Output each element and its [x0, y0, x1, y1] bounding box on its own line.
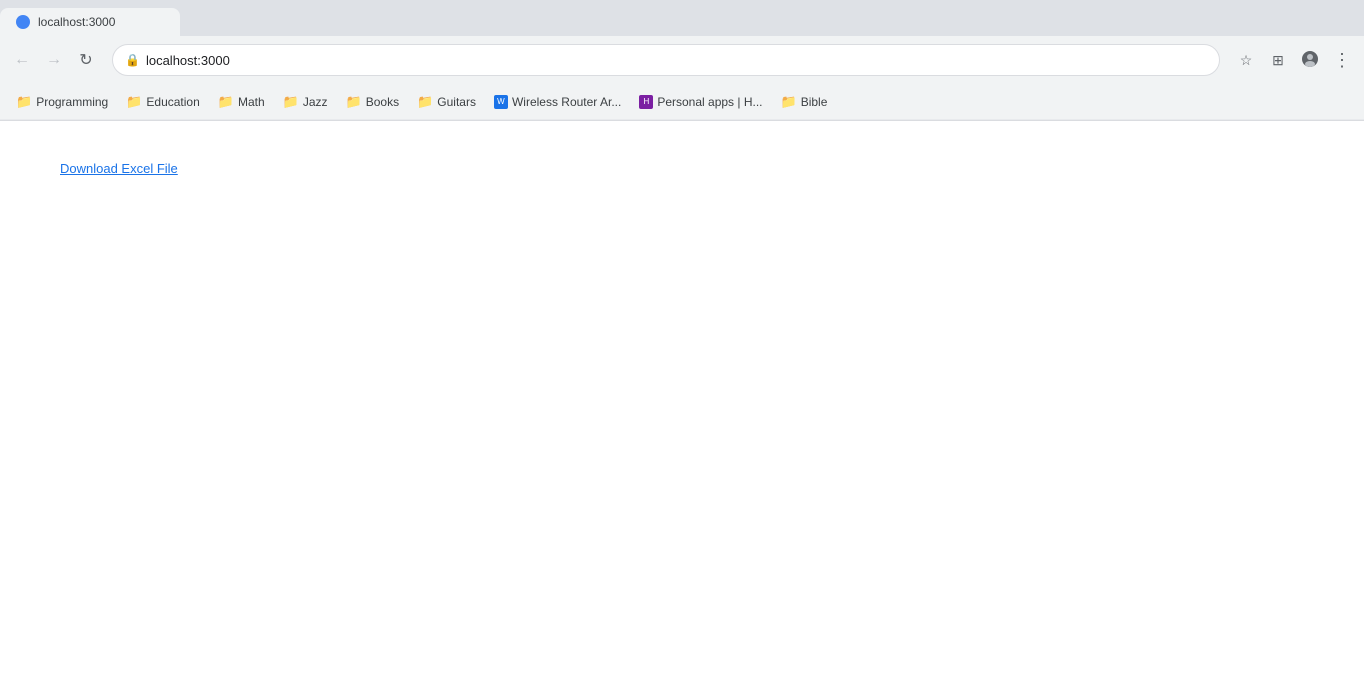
browser-chrome: localhost:3000 ← → ↻ 🔒 ☆ ⊞ [0, 0, 1364, 121]
bookmark-label: Education [146, 95, 199, 109]
bookmark-label: Jazz [303, 95, 328, 109]
folder-icon: 📁 [417, 94, 433, 110]
bookmark-label: Bible [801, 95, 828, 109]
more-menu-icon: ⋮ [1333, 51, 1351, 69]
folder-icon: 📁 [346, 94, 362, 110]
bookmark-item-math[interactable]: 📁 Math [210, 91, 273, 113]
back-icon: ← [14, 51, 30, 69]
extension-icon: ⊞ [1272, 52, 1284, 69]
account-icon [1301, 50, 1319, 71]
bookmark-item-guitars[interactable]: 📁 Guitars [409, 91, 484, 113]
folder-icon: 📁 [218, 94, 234, 110]
tab-bar: localhost:3000 [0, 0, 1364, 36]
account-button[interactable] [1296, 46, 1324, 74]
bookmark-item-education[interactable]: 📁 Education [118, 91, 208, 113]
folder-icon: 📁 [126, 94, 142, 110]
forward-button[interactable]: → [40, 46, 68, 74]
folder-icon: 📁 [781, 94, 797, 110]
bookmark-label: Guitars [437, 95, 476, 109]
browser-tab[interactable]: localhost:3000 [0, 8, 180, 36]
bookmark-label: Programming [36, 95, 108, 109]
page-content: Download Excel File [0, 121, 1364, 683]
bookmark-item-wireless-router[interactable]: W Wireless Router Ar... [486, 92, 629, 112]
star-icon: ☆ [1240, 52, 1253, 69]
lock-icon: 🔒 [125, 53, 140, 67]
bookmark-item-books[interactable]: 📁 Books [338, 91, 408, 113]
bookmark-item-jazz[interactable]: 📁 Jazz [275, 91, 336, 113]
toolbar-actions: ☆ ⊞ ⋮ [1232, 46, 1356, 74]
reload-icon: ↻ [79, 50, 92, 70]
bookmark-item-programming[interactable]: 📁 Programming [8, 91, 116, 113]
tab-favicon [16, 15, 30, 29]
folder-icon: 📁 [283, 94, 299, 110]
address-bar[interactable]: 🔒 [112, 44, 1220, 76]
bookmarks-bar: 📁 Programming 📁 Education 📁 Math 📁 Jazz … [0, 84, 1364, 120]
bookmark-label: Personal apps | H... [657, 95, 762, 109]
address-input[interactable] [146, 53, 1207, 68]
forward-icon: → [46, 51, 62, 69]
special-purple-icon: H [639, 95, 653, 109]
extension-button[interactable]: ⊞ [1264, 46, 1292, 74]
star-button[interactable]: ☆ [1232, 46, 1260, 74]
bookmark-item-personal-apps[interactable]: H Personal apps | H... [631, 92, 770, 112]
download-excel-link[interactable]: Download Excel File [60, 161, 178, 176]
bookmark-label: Wireless Router Ar... [512, 95, 621, 109]
toolbar: ← → ↻ 🔒 ☆ ⊞ [0, 36, 1364, 84]
back-button[interactable]: ← [8, 46, 36, 74]
folder-icon: 📁 [16, 94, 32, 110]
bookmark-label: Books [366, 95, 399, 109]
reload-button[interactable]: ↻ [72, 46, 100, 74]
bookmark-item-bible[interactable]: 📁 Bible [773, 91, 836, 113]
bookmark-label: Math [238, 95, 265, 109]
special-blue-icon: W [494, 95, 508, 109]
more-menu-button[interactable]: ⋮ [1328, 46, 1356, 74]
tab-title: localhost:3000 [38, 15, 164, 29]
